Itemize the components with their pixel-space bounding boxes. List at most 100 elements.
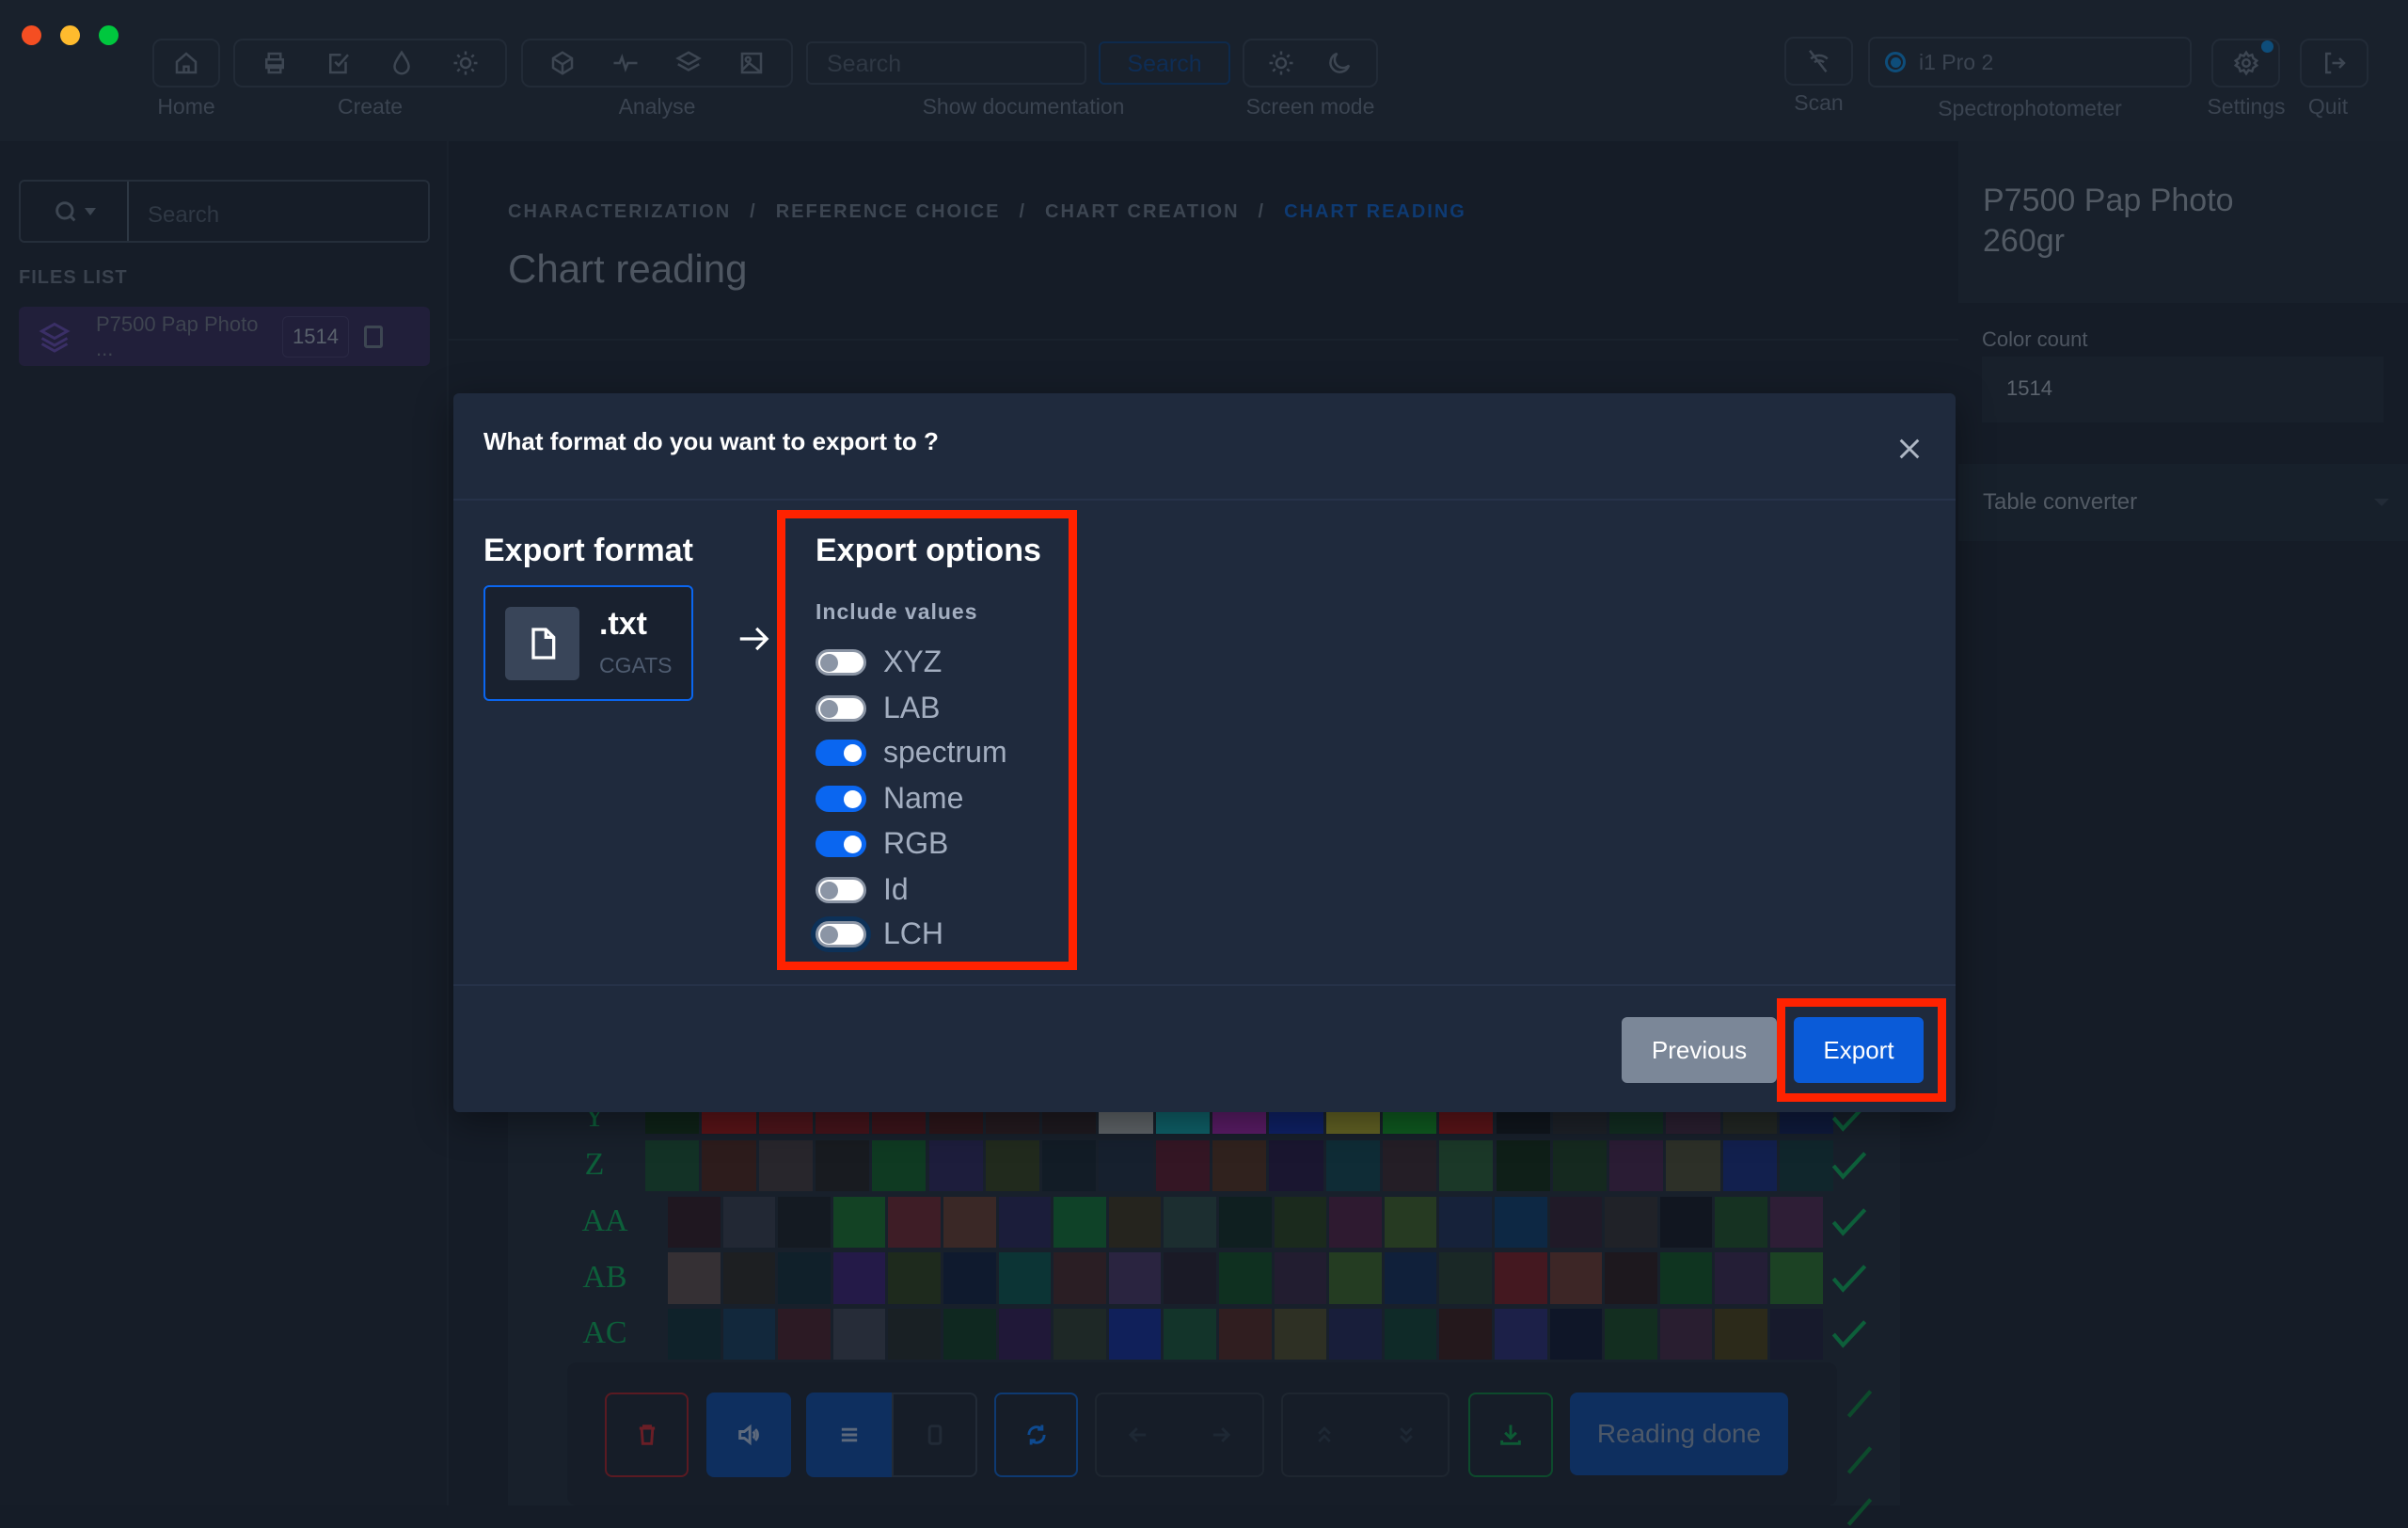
color-patch[interactable] bbox=[1770, 1252, 1823, 1304]
color-patch[interactable] bbox=[1715, 1197, 1767, 1248]
drop-icon[interactable] bbox=[388, 49, 416, 77]
color-patch[interactable] bbox=[1219, 1252, 1272, 1304]
color-patch[interactable] bbox=[888, 1309, 941, 1360]
breadcrumb-reference-choice[interactable]: REFERENCE CHOICE bbox=[776, 201, 1001, 223]
previous-button[interactable]: Previous bbox=[1622, 1017, 1777, 1083]
color-patch[interactable] bbox=[1549, 1252, 1603, 1304]
color-patch[interactable] bbox=[1274, 1197, 1327, 1248]
color-patch[interactable] bbox=[1384, 1309, 1437, 1360]
image-icon[interactable] bbox=[737, 49, 766, 77]
color-patch[interactable] bbox=[722, 1309, 776, 1360]
color-patch[interactable] bbox=[1269, 1140, 1323, 1191]
color-patch[interactable] bbox=[1666, 1140, 1720, 1191]
printer-icon[interactable] bbox=[261, 49, 289, 77]
reading-done-button[interactable]: Reading done bbox=[1570, 1393, 1788, 1475]
color-patch[interactable] bbox=[778, 1309, 831, 1360]
prev-next-buttons[interactable] bbox=[1095, 1393, 1264, 1477]
color-patch[interactable] bbox=[645, 1140, 700, 1191]
color-patch[interactable] bbox=[778, 1252, 831, 1304]
color-patch[interactable] bbox=[1108, 1252, 1162, 1304]
color-patch[interactable] bbox=[1164, 1252, 1216, 1304]
color-patch[interactable] bbox=[1439, 1252, 1492, 1304]
color-patch[interactable] bbox=[998, 1252, 1052, 1304]
color-patch[interactable] bbox=[1605, 1252, 1657, 1304]
color-patch[interactable] bbox=[1439, 1197, 1492, 1248]
color-patch[interactable] bbox=[1329, 1252, 1382, 1304]
file-list-item[interactable]: P7500 Pap Photo ... 1514 bbox=[19, 307, 430, 366]
color-patch[interactable] bbox=[1054, 1309, 1106, 1360]
table-converter-accordion[interactable]: Table converter bbox=[1958, 464, 2408, 541]
color-patch[interactable] bbox=[668, 1252, 721, 1304]
color-patch[interactable] bbox=[1219, 1309, 1272, 1360]
color-patch[interactable] bbox=[1659, 1197, 1713, 1248]
delete-button[interactable] bbox=[605, 1393, 689, 1477]
toggle-lab[interactable] bbox=[816, 694, 866, 722]
color-patch[interactable] bbox=[1219, 1197, 1272, 1248]
color-patch[interactable] bbox=[1495, 1309, 1547, 1360]
breadcrumb-characterization[interactable]: CHARACTERIZATION bbox=[508, 201, 731, 223]
chevrons-down-icon[interactable] bbox=[1393, 1422, 1419, 1448]
color-patch[interactable] bbox=[1212, 1140, 1267, 1191]
maximize-window-button[interactable] bbox=[99, 25, 119, 45]
color-patch[interactable] bbox=[1722, 1140, 1777, 1191]
color-patch[interactable] bbox=[1495, 1197, 1547, 1248]
color-patch[interactable] bbox=[1164, 1309, 1216, 1360]
color-patch[interactable] bbox=[1274, 1252, 1327, 1304]
row-up-down-buttons[interactable] bbox=[1281, 1393, 1450, 1477]
home-button[interactable] bbox=[152, 39, 220, 88]
sun-icon[interactable] bbox=[452, 49, 480, 77]
color-patch[interactable] bbox=[1770, 1309, 1823, 1360]
color-patch[interactable] bbox=[1042, 1140, 1097, 1191]
color-patch[interactable] bbox=[668, 1197, 721, 1248]
activity-icon[interactable] bbox=[611, 49, 640, 77]
checkbox-edit-icon[interactable] bbox=[325, 49, 353, 77]
color-patch[interactable] bbox=[943, 1197, 996, 1248]
color-patch[interactable] bbox=[985, 1140, 1040, 1191]
color-patch[interactable] bbox=[1329, 1309, 1382, 1360]
color-patch[interactable] bbox=[888, 1252, 941, 1304]
color-patch[interactable] bbox=[1549, 1309, 1603, 1360]
scan-button[interactable] bbox=[1784, 37, 1853, 86]
color-patch[interactable] bbox=[758, 1140, 813, 1191]
color-patch[interactable] bbox=[1329, 1197, 1382, 1248]
quit-button[interactable] bbox=[2300, 39, 2368, 88]
minimize-window-button[interactable] bbox=[60, 25, 80, 45]
color-patch[interactable] bbox=[1715, 1309, 1767, 1360]
search-filter-button[interactable] bbox=[21, 182, 129, 241]
color-patch[interactable] bbox=[998, 1309, 1052, 1360]
color-patch[interactable] bbox=[872, 1140, 927, 1191]
layers-icon[interactable] bbox=[674, 49, 703, 77]
color-patch[interactable] bbox=[1382, 1140, 1437, 1191]
chevrons-up-icon[interactable] bbox=[1311, 1422, 1338, 1448]
color-patch[interactable] bbox=[832, 1197, 886, 1248]
color-patch[interactable] bbox=[1659, 1309, 1713, 1360]
color-patch[interactable] bbox=[1108, 1309, 1162, 1360]
color-patch[interactable] bbox=[1770, 1197, 1823, 1248]
download-button[interactable] bbox=[1468, 1393, 1553, 1477]
format-option-txt[interactable]: .txt CGATS bbox=[483, 585, 693, 701]
color-patch[interactable] bbox=[1384, 1197, 1437, 1248]
color-patch[interactable] bbox=[1609, 1140, 1664, 1191]
color-patch[interactable] bbox=[1496, 1140, 1550, 1191]
file-search-input[interactable]: Search bbox=[129, 182, 238, 241]
color-patch[interactable] bbox=[1715, 1252, 1767, 1304]
file-checkbox[interactable] bbox=[363, 325, 383, 348]
close-icon[interactable] bbox=[1896, 436, 1923, 462]
arrow-left-icon[interactable] bbox=[1125, 1422, 1151, 1448]
toggle-spectrum[interactable] bbox=[816, 739, 866, 766]
toggle-name[interactable] bbox=[816, 785, 866, 812]
color-patch[interactable] bbox=[778, 1197, 831, 1248]
color-patch[interactable] bbox=[943, 1252, 996, 1304]
color-patch[interactable] bbox=[1164, 1197, 1216, 1248]
color-patch[interactable] bbox=[1054, 1252, 1106, 1304]
color-patch[interactable] bbox=[1495, 1252, 1547, 1304]
sound-button[interactable] bbox=[706, 1393, 791, 1477]
color-patch[interactable] bbox=[1549, 1197, 1603, 1248]
color-patch[interactable] bbox=[928, 1140, 983, 1191]
toggle-id[interactable] bbox=[816, 876, 866, 903]
color-patch[interactable] bbox=[1439, 1309, 1492, 1360]
close-window-button[interactable] bbox=[22, 25, 41, 45]
color-patch[interactable] bbox=[943, 1309, 996, 1360]
color-patch[interactable] bbox=[832, 1309, 886, 1360]
toggle-lch[interactable] bbox=[816, 920, 866, 947]
